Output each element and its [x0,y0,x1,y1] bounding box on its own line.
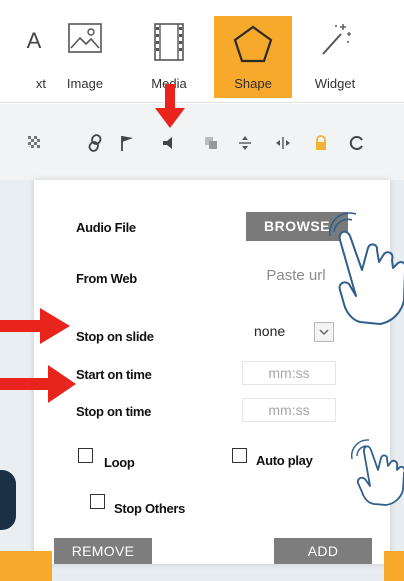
element-options-bar [0,104,404,180]
stop-on-time-label: Stop on time [76,404,152,419]
audio-file-label: Audio File [76,220,136,235]
start-time-input[interactable]: mm:ss [242,361,336,385]
refresh-icon[interactable] [346,132,368,154]
stop-on-slide-value: none [254,323,286,339]
align-horizontal-icon[interactable] [272,132,294,154]
toolbar-widget-button[interactable]: Widget [296,10,374,96]
stop-others-label: Stop Others [114,501,186,516]
link-icon[interactable] [84,132,106,154]
stop-on-slide-label: Stop on slide [76,329,154,344]
image-icon [67,22,103,59]
stop-others-checkbox[interactable] [90,494,105,509]
pentagon-icon [232,24,274,69]
toolbar-image-label: Image [66,76,104,91]
checkerboard-icon[interactable] [24,132,46,154]
from-web-label: From Web [76,271,137,286]
insert-toolbar: A xt Image Media Shape Widget [0,0,404,103]
toolbar-widget-label: Widget [314,76,356,91]
browse-button[interactable]: BROWSE [246,212,348,241]
layers-icon[interactable] [200,132,222,154]
slide-thumbnail-accent-right [384,551,404,581]
add-button[interactable]: ADD [274,538,372,564]
loop-checkbox[interactable] [78,448,93,463]
toolbar-text-label: xt [35,76,46,91]
toolbar-shape-button[interactable]: Shape [214,16,292,98]
toolbar-media-button[interactable]: Media [130,10,208,96]
loop-label: Loop [104,455,135,470]
align-vertical-icon[interactable] [234,132,256,154]
remove-button[interactable]: REMOVE [54,538,152,564]
magic-wand-icon [317,22,353,63]
flag-icon[interactable] [116,132,138,154]
media-film-icon [152,22,186,67]
text-icon: A [26,28,42,53]
audio-settings-panel: Audio File BROWSE From Web Paste url Sto… [34,180,390,564]
slide-thumbnail-accent-left [0,551,52,581]
toolbar-shape-label: Shape [234,76,272,91]
lock-icon[interactable] [310,132,332,154]
auto-play-label: Auto play [256,453,313,468]
chevron-down-icon[interactable] [314,322,334,342]
auto-play-checkbox[interactable] [232,448,247,463]
stop-time-input[interactable]: mm:ss [242,398,336,422]
toolbar-media-label: Media [151,76,187,91]
speaker-icon[interactable] [158,132,180,154]
start-on-time-label: Start on time [76,367,152,382]
slide-shape-fragment [0,470,16,530]
audio-url-input[interactable]: Paste url [246,262,346,290]
toolbar-image-button[interactable]: Image [46,10,124,96]
toolbar-text-button[interactable]: A xt [0,10,46,96]
stop-on-slide-select[interactable]: none [246,320,336,344]
